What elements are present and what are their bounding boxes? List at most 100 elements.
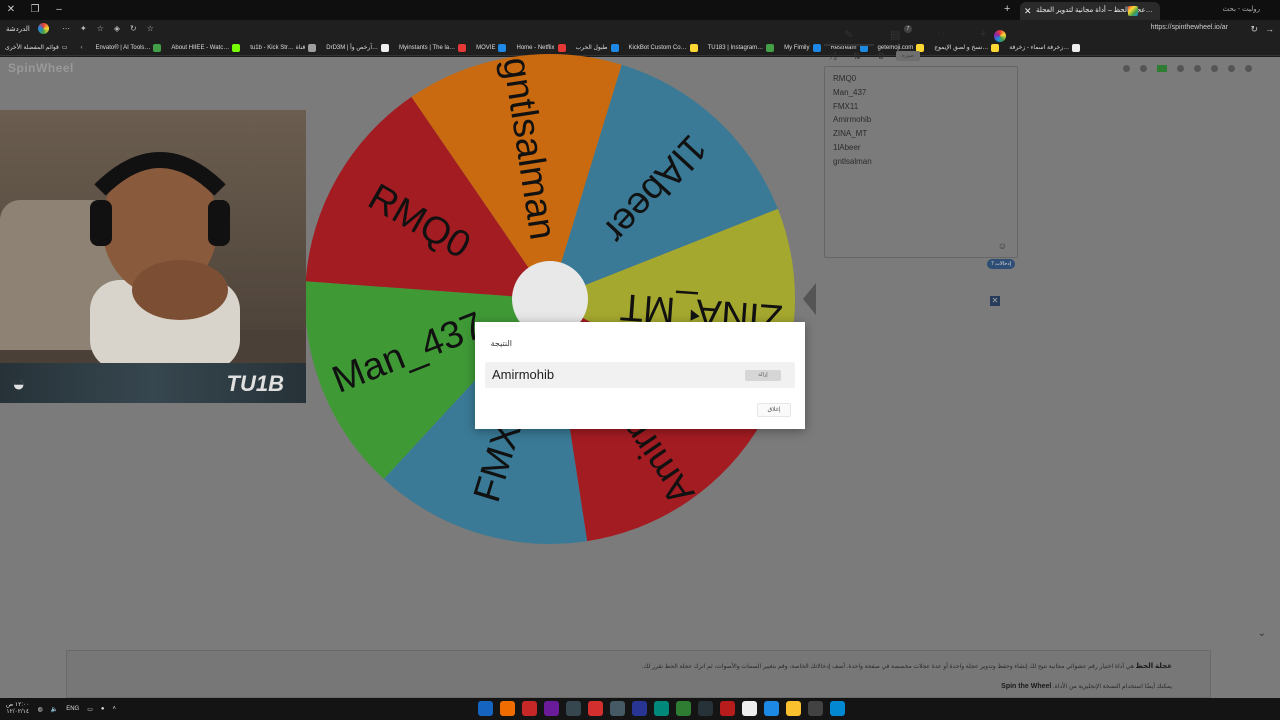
- webcam-person: [90, 152, 240, 370]
- fullscreen-icon[interactable]: [1245, 65, 1252, 72]
- taskbar-apps: [478, 701, 845, 716]
- site-logo[interactable]: SpinWheel: [8, 61, 74, 75]
- app-store-icon[interactable]: [478, 701, 493, 716]
- app-grey-icon[interactable]: [610, 701, 625, 716]
- photos-icon[interactable]: [764, 701, 779, 716]
- active-tab-indicator: [824, 44, 874, 46]
- remove-button[interactable]: إزالة: [745, 370, 781, 381]
- app-red-icon[interactable]: [522, 701, 537, 716]
- app-white-icon[interactable]: [742, 701, 757, 716]
- bookmark-favicon-icon: [153, 43, 162, 52]
- edge-icon[interactable]: [654, 701, 669, 716]
- bookmark-favicon-icon: [1072, 43, 1081, 52]
- volume-icon[interactable]: 🔈: [51, 706, 58, 713]
- bookmark-item[interactable]: Envato® | AI Tools…: [91, 43, 167, 52]
- excel-icon[interactable]: [676, 701, 691, 716]
- settings-icon[interactable]: ⚙: [872, 50, 890, 62]
- entries-textbox[interactable]: RMQ0 Man_437 FMX11 Amirmohib ZINA_MT 1lAbeer g…: [824, 66, 1018, 258]
- entries-list: RMQ0 Man_437 FMX11 Amirmohib ZINA_MT 1lAbeer g…: [833, 72, 1009, 169]
- info-line-2-bold: Spin the Wheel: [1001, 683, 1052, 690]
- wheel-graphic[interactable]: 1lAbeerZINA_MTAmirmohibFMX11Man_437RMQ0g…: [305, 43, 795, 556]
- start-icon[interactable]: [830, 701, 845, 716]
- entry-line[interactable]: gntlsalman: [833, 155, 1009, 169]
- close-tab-icon[interactable]: ✕: [1024, 2, 1032, 20]
- file-explorer-icon[interactable]: [786, 701, 801, 716]
- clock-date: ١٢/٠٢/١٤: [6, 709, 30, 715]
- color-theme-icon[interactable]: [994, 30, 1006, 42]
- app-a-icon[interactable]: [720, 701, 735, 716]
- bookmark-item[interactable]: زخرفة اسماء - زخرفة…: [1004, 43, 1085, 52]
- save-icon[interactable]: [1194, 65, 1201, 72]
- panel-close-icon[interactable]: ✕: [990, 296, 1000, 306]
- entry-line[interactable]: 1lAbeer: [833, 141, 1009, 155]
- site-toolbar: [1123, 65, 1252, 72]
- entry-line[interactable]: Man_437: [833, 86, 1009, 100]
- app-circle-icon[interactable]: [588, 701, 603, 716]
- star-icon[interactable]: ☆: [147, 24, 154, 33]
- search-icon[interactable]: [808, 701, 823, 716]
- restore-window-icon[interactable]: ❐: [28, 3, 42, 17]
- globe-icon[interactable]: [1140, 65, 1147, 72]
- info-line-2-text: يمكنك أيضًا استخدام النسخة الإنجليزية من…: [1053, 684, 1172, 690]
- entry-line[interactable]: Amirmohib: [833, 113, 1009, 127]
- profile-icon[interactable]: [37, 23, 49, 34]
- scroll-down-icon[interactable]: ⌄: [1258, 628, 1266, 639]
- app-dark-icon[interactable]: [698, 701, 713, 716]
- system-tray: ١٢:٠٠ ص ١٢/٠٢/١٤ ◍ 🔈 ENG ▭ ● ˄: [6, 702, 116, 716]
- add-image-button[interactable]: صورة: [896, 51, 920, 61]
- mic-icon[interactable]: ●: [101, 706, 105, 712]
- tab-results-icon[interactable]: ▤: [890, 28, 900, 41]
- shuffle-icon[interactable]: ⤮: [824, 50, 842, 62]
- more-icon[interactable]: ⋯: [62, 24, 70, 33]
- chevron-left-icon[interactable]: ‹: [73, 45, 91, 51]
- tab-hide-icon[interactable]: ◌: [938, 28, 945, 40]
- webcam-banner: ◒ TU1B: [0, 363, 306, 403]
- inactive-tab[interactable]: روليت - بحث: [1223, 5, 1260, 13]
- app-blue-icon[interactable]: [632, 701, 647, 716]
- tray-chevron-icon[interactable]: ˄: [113, 706, 117, 712]
- steam-icon[interactable]: [566, 701, 581, 716]
- panel-tabs: ✎ ▤ 7 ◌ +: [824, 25, 1018, 46]
- network-icon[interactable]: ◍: [37, 706, 42, 713]
- address-bar-icons: ⋯ ✦ ☆ ◈ ↻ ☆: [62, 24, 154, 33]
- info-line-1-text: هي أداة اختيار رقم عشوائي مجانية تتيح لك…: [641, 664, 1134, 670]
- tab-edit-pencil-icon[interactable]: ✎: [844, 28, 853, 41]
- minimize-window-icon[interactable]: –: [52, 3, 66, 17]
- clock[interactable]: ١٢:٠٠ ص ١٢/٠٢/١٤: [6, 702, 29, 716]
- entry-line[interactable]: RMQ0: [833, 72, 1009, 86]
- lang-indicator[interactable]: ENG: [66, 706, 79, 712]
- chat-label[interactable]: الدردشة: [6, 25, 30, 33]
- account-icon[interactable]: [1123, 65, 1130, 72]
- refresh-icon[interactable]: ↻: [130, 24, 137, 33]
- new-tab-button[interactable]: +: [1004, 3, 1010, 15]
- bookmark-item[interactable]: نسخ و لصق الإيموج…: [929, 43, 1004, 52]
- translate-icon[interactable]: ◈: [114, 24, 120, 33]
- reload-icon[interactable]: ↻: [1250, 24, 1258, 35]
- battery-icon[interactable]: ▭: [87, 706, 93, 713]
- close-window-icon[interactable]: ✕: [4, 3, 18, 17]
- open-icon[interactable]: [1211, 65, 1218, 72]
- chrome-icon[interactable]: [500, 701, 515, 716]
- share-icon[interactable]: [1177, 65, 1184, 72]
- flag-icon[interactable]: [1157, 65, 1167, 72]
- wheel[interactable]: 1lAbeerZINA_MTAmirmohibFMX11Man_437RMQ0g…: [305, 43, 795, 556]
- bookmark-item[interactable]: About HIIEE - Watc…: [166, 43, 245, 52]
- url-field[interactable]: https://spinthewheel.io/ar: [1151, 24, 1228, 31]
- bookmark-folder[interactable]: قوائم المفضلة الأخرى ▭: [0, 44, 73, 51]
- new-icon[interactable]: [1228, 65, 1235, 72]
- extension-icon[interactable]: ✦: [80, 24, 87, 33]
- favorite-icon[interactable]: ☆: [97, 24, 104, 33]
- forward-icon[interactable]: →: [1265, 24, 1274, 34]
- close-button[interactable]: إغلاق: [757, 403, 791, 417]
- entry-line[interactable]: FMX11: [833, 100, 1009, 114]
- winner-box: Amirmohib إزالة: [485, 362, 795, 388]
- sort-icon[interactable]: ⇅: [848, 50, 866, 62]
- app-purple-icon[interactable]: [544, 701, 559, 716]
- wheel-pointer-icon: [803, 283, 816, 315]
- add-wheel-icon[interactable]: +: [980, 28, 986, 40]
- panel-tools: ⤮ ⇅ ⚙ صورة: [824, 50, 920, 62]
- active-tab[interactable]: ✕ عجلة الحظ – أداة مجانية لتدوير العجلة…: [1020, 2, 1160, 20]
- entry-line[interactable]: ZINA_MT: [833, 127, 1009, 141]
- emoji-icon[interactable]: ☺: [998, 241, 1007, 251]
- clock-time: ١٢:٠٠ ص: [6, 702, 30, 708]
